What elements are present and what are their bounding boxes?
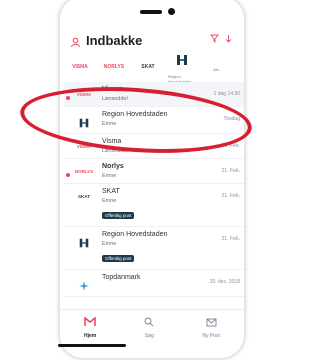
camera (168, 8, 175, 15)
tab-search[interactable]: Søg (144, 314, 154, 339)
region-hovedstaden-icon (175, 54, 189, 72)
sender-name: SKAT (102, 188, 120, 195)
message-date: 21. Feb. (221, 168, 240, 174)
public-mail-badge: Offentlig post (102, 212, 135, 219)
tab-label: Hjem (84, 333, 97, 339)
compose-icon (206, 314, 217, 332)
search-icon (144, 314, 154, 332)
logo-chip-visma[interactable]: VISMA (66, 54, 94, 82)
tab-label: Ny Post (202, 333, 220, 339)
list-item[interactable]: Topdanmark 20. dec. 2018 (64, 270, 244, 297)
sender-name: Topdanmark (102, 274, 141, 281)
norlys-logo: NORLYS (103, 64, 125, 70)
phone-frame: Indbakke VISMA NORLYS SKAT Region Hoveds… (58, 0, 246, 360)
filter-icon[interactable] (210, 34, 219, 46)
mail-icon (84, 314, 96, 332)
home-indicator (58, 344, 126, 347)
sender-name: Region Hovedstaden (102, 231, 168, 238)
logo-chip-more[interactable]: Afs (202, 54, 230, 82)
norlys-logo: NORLYS (74, 169, 94, 174)
tab-new-post[interactable]: Ny Post (202, 314, 220, 339)
public-mail-badge: Offentlig post (102, 255, 135, 262)
phone-notch (132, 0, 174, 8)
sort-icon[interactable] (225, 34, 232, 46)
message-subject: Emne (102, 241, 117, 247)
tab-label: Søg (144, 333, 154, 339)
message-date: 20. dec. 2018 (209, 279, 240, 285)
inbox-header: Indbakke (70, 30, 232, 50)
message-date: 21. Feb. (221, 193, 240, 199)
page-title: Indbakke (86, 32, 143, 48)
region-hovedstaden-icon (72, 237, 96, 249)
list-item[interactable]: SKAT SKAT Emne Offentlig post 21. Feb. (64, 184, 244, 227)
logo-chip-region[interactable]: Region Hovedstaden (168, 54, 196, 84)
skat-logo: SKAT (141, 64, 155, 70)
tab-home[interactable]: Hjem (84, 314, 96, 339)
sender-name: Norlys (102, 163, 124, 170)
unread-dot (66, 173, 70, 177)
skat-logo: SKAT (78, 194, 90, 199)
visma-logo: VISMA (72, 64, 88, 70)
bottom-nav: Hjem Søg Ny Post (60, 309, 244, 354)
logo-chip-norlys[interactable]: NORLYS (100, 54, 128, 82)
logo-chip-skat[interactable]: SKAT (134, 54, 162, 82)
user-icon[interactable] (70, 35, 81, 47)
list-item[interactable]: NORLYS Norlys Emne 21. Feb. (64, 159, 244, 184)
message-date: 1 dag 14:30 (213, 91, 240, 97)
list-item[interactable]: Region Hovedstaden Emne Offentlig post 2… (64, 227, 244, 270)
topdanmark-icon (72, 280, 96, 292)
message-subject: Emne (102, 173, 117, 179)
message-subject: Emne (102, 198, 117, 204)
speaker (140, 10, 162, 14)
message-date: 21. Feb. (221, 236, 240, 242)
